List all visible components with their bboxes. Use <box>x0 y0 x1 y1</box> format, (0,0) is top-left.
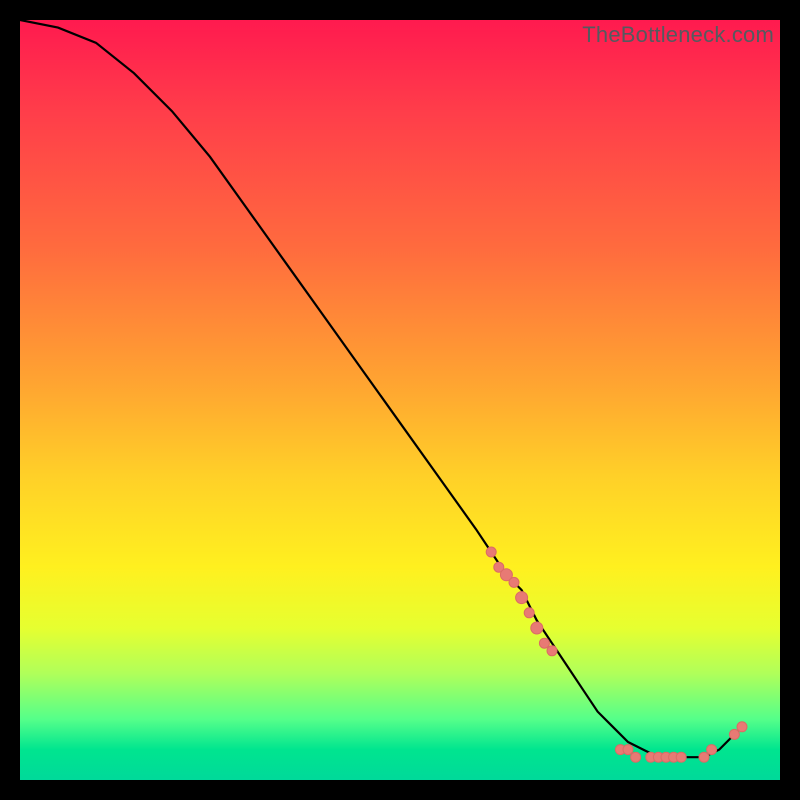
chart-marker <box>699 752 709 762</box>
chart-marker <box>524 608 534 618</box>
chart-marker <box>516 592 528 604</box>
chart-marker <box>509 577 519 587</box>
chart-plot-area: TheBottleneck.com <box>20 20 780 780</box>
chart-curve <box>20 20 742 757</box>
chart-marker <box>729 729 739 739</box>
chart-marker <box>676 752 686 762</box>
chart-stage: TheBottleneck.com <box>0 0 800 800</box>
chart-marker <box>547 646 557 656</box>
chart-svg <box>20 20 780 780</box>
chart-marker <box>539 638 549 648</box>
chart-marker <box>707 745 717 755</box>
chart-marker <box>623 745 633 755</box>
chart-marker <box>531 622 543 634</box>
chart-marker <box>631 752 641 762</box>
chart-marker <box>486 547 496 557</box>
chart-marker <box>737 722 747 732</box>
